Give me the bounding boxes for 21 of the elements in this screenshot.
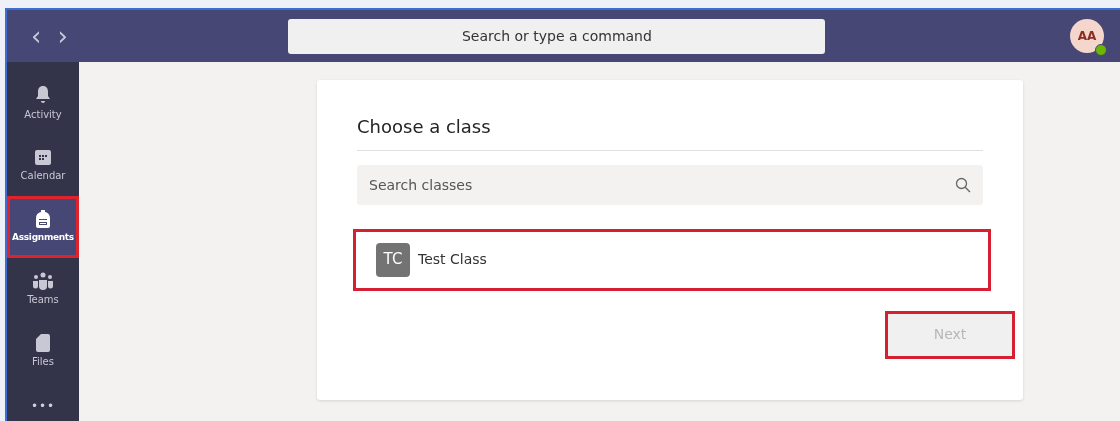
class-item[interactable]: TC Test Class <box>353 228 991 291</box>
calendar-icon <box>34 147 52 166</box>
class-avatar: TC <box>376 242 410 277</box>
sidebar-item[interactable]: Teams <box>7 258 79 320</box>
dialog-title: Choose a class <box>357 116 983 151</box>
more-button[interactable]: ••• <box>24 396 62 416</box>
avatar[interactable]: AA <box>1070 19 1104 53</box>
back-button[interactable]: ‹ <box>23 23 50 49</box>
people-icon <box>32 271 54 290</box>
class-name: Test Class <box>418 250 487 270</box>
search-field[interactable]: Search or type a command <box>288 18 826 54</box>
backpack-icon <box>35 209 51 230</box>
forward-button[interactable]: › <box>49 23 76 49</box>
bell-icon <box>35 84 51 105</box>
sidebar-item[interactable]: Calendar <box>7 134 79 196</box>
sidebar-item[interactable]: Assignments <box>7 196 79 258</box>
sidebar-item[interactable]: Files <box>7 320 79 382</box>
sidebar-item[interactable]: Activity <box>7 72 79 134</box>
search-field[interactable]: Search classes <box>357 164 983 205</box>
search-icon <box>955 176 971 193</box>
file-icon <box>36 333 50 352</box>
